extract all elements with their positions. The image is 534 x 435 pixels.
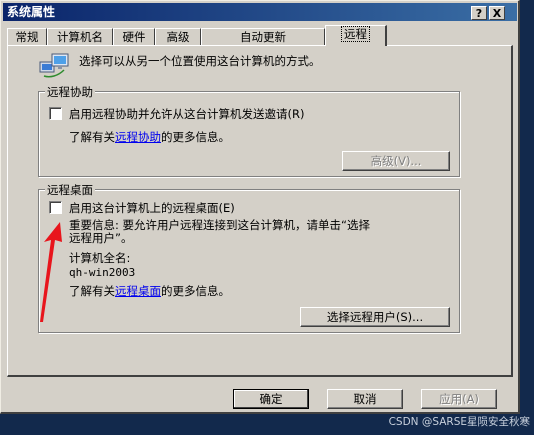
- select-remote-users-button[interactable]: 选择远程用户(S)...: [300, 307, 450, 327]
- remote-desktop-checkbox[interactable]: [49, 201, 62, 214]
- remote-desktop-checkbox-label[interactable]: 启用这台计算机上的远程桌面(E): [69, 200, 235, 216]
- remote-desktop-group: 远程桌面 启用这台计算机上的远程桌面(E) 重要信息: 要允许用户远程连接到这台…: [38, 182, 460, 333]
- tab-advanced[interactable]: 高级: [155, 28, 201, 45]
- remote-desktop-info: 了解有关远程桌面的更多信息。: [69, 284, 230, 298]
- important-note-line2: 远程用户”。: [69, 231, 133, 245]
- tab-automatic-updates[interactable]: 自动更新: [201, 28, 325, 45]
- remote-assistance-link[interactable]: 远程协助: [115, 130, 161, 144]
- tab-hardware[interactable]: 硬件: [113, 28, 155, 45]
- watermark: CSDN @SARSE星陨安全秋寒: [388, 416, 530, 428]
- system-properties-dialog: 系统属性 ? X 常规 计算机名 硬件 高级 自动更新 远程 选择可以从另一个位…: [0, 0, 520, 414]
- annotation-arrow: [40, 222, 62, 322]
- close-button[interactable]: X: [489, 6, 505, 20]
- intro-text: 选择可以从另一个位置使用这台计算机的方式。: [79, 54, 321, 68]
- tab-computer-name[interactable]: 计算机名: [47, 28, 113, 45]
- cancel-button[interactable]: 取消: [327, 389, 403, 409]
- remote-assistance-checkbox-label[interactable]: 启用远程协助并允许从这台计算机发送邀请(R): [69, 106, 304, 122]
- remote-assistance-checkbox[interactable]: [49, 107, 62, 120]
- full-computer-name-value: qh-win2003: [69, 266, 136, 279]
- remote-assistance-title: 远程协助: [45, 84, 95, 100]
- advanced-button[interactable]: 高级(V)...: [342, 151, 450, 171]
- ok-button[interactable]: 确定: [233, 389, 309, 409]
- remote-desktop-title: 远程桌面: [45, 182, 95, 198]
- full-computer-name-label: 计算机全名:: [69, 251, 131, 265]
- tab-remote[interactable]: 远程: [325, 25, 387, 46]
- window-title: 系统属性: [7, 5, 56, 19]
- help-button[interactable]: ?: [471, 6, 487, 20]
- remote-assistance-info: 了解有关远程协助的更多信息。: [69, 130, 230, 144]
- title-bar[interactable]: 系统属性 ? X: [3, 3, 517, 21]
- remote-computers-icon: [39, 53, 69, 78]
- remote-desktop-link[interactable]: 远程桌面: [115, 284, 161, 298]
- apply-button[interactable]: 应用(A): [421, 389, 497, 409]
- remote-assistance-group: 远程协助 启用远程协助并允许从这台计算机发送邀请(R) 了解有关远程协助的更多信…: [38, 84, 460, 177]
- tab-general[interactable]: 常规: [7, 28, 47, 45]
- remote-tab-panel: 选择可以从另一个位置使用这台计算机的方式。 远程协助 启用远程协助并允许从这台计…: [7, 45, 513, 377]
